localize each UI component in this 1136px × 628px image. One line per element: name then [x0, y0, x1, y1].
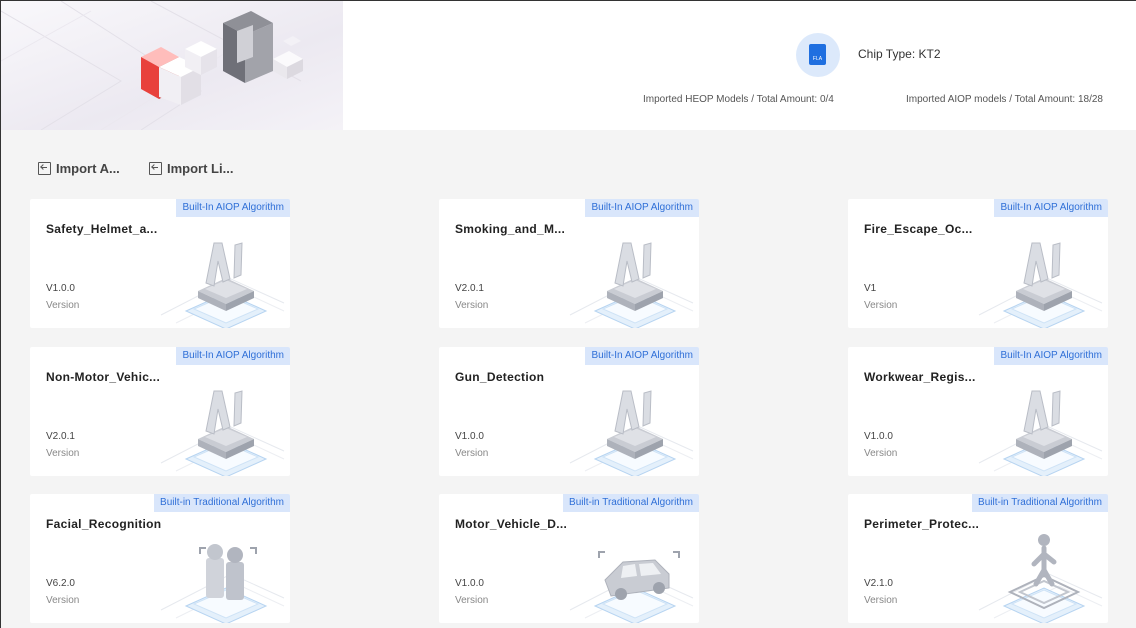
algorithm-name: Perimeter_Protec... [864, 517, 980, 531]
version-label: Version [46, 448, 80, 459]
version-value: V2.0.1 [46, 431, 75, 442]
version-value: V2.1.0 [864, 578, 893, 589]
algorithm-name: Gun_Detection [455, 370, 545, 384]
version-value: V2.0.1 [455, 283, 484, 294]
version-label: Version [864, 300, 898, 311]
algorithm-name: Motor_Vehicle_D... [455, 517, 568, 531]
version-label: Version [455, 448, 489, 459]
algorithm-type-badge: Built-In AIOP Algorithm [994, 199, 1108, 217]
algorithm-type-badge: Built-In AIOP Algorithm [176, 199, 290, 217]
import-icon [149, 161, 162, 175]
banner-illustration [1, 1, 343, 130]
algorithm-card[interactable]: Built-In AIOP Algorithm Safety_Helmet_a..… [30, 199, 290, 328]
algorithm-card[interactable]: Built-In AIOP Algorithm Workwear_Regis...… [848, 347, 1108, 476]
version-label: Version [455, 300, 489, 311]
version-value: V1.0.0 [46, 283, 75, 294]
algorithm-type-badge: Built-in Traditional Algorithm [972, 494, 1108, 512]
vehicle-icon [565, 518, 695, 623]
ai-chip-icon [565, 371, 695, 476]
version-value: V1 [864, 283, 877, 294]
ai-chip-icon [974, 223, 1104, 328]
algorithm-card[interactable]: Built-In AIOP Algorithm Fire_Escape_Oc...… [848, 199, 1108, 328]
version-label: Version [46, 300, 80, 311]
algorithm-name: Non-Motor_Vehic... [46, 370, 161, 384]
algorithm-card[interactable]: Built-in Traditional Algorithm Facial_Rec… [30, 494, 290, 623]
chip-icon-label: FLA [812, 56, 823, 62]
version-label: Version [864, 448, 898, 459]
algorithm-name: Smoking_and_M... [455, 222, 566, 236]
heop-model-stat: Imported HEOP Models / Total Amount: 0/4 [643, 94, 834, 105]
algorithm-name: Fire_Escape_Oc... [864, 222, 973, 236]
algorithm-type-badge: Built-in Traditional Algorithm [154, 494, 290, 512]
import-icon [38, 161, 51, 175]
import-license-label: Import Li... [167, 160, 234, 176]
header: FLA Chip Type: KT2 Imported HEOP Models … [1, 1, 1136, 130]
ai-chip-icon [974, 371, 1104, 476]
algorithm-type-badge: Built-In AIOP Algorithm [176, 347, 290, 365]
import-algorithm-label: Import A... [56, 160, 120, 176]
version-label: Version [46, 595, 80, 606]
version-value: V1.0.0 [455, 431, 484, 442]
version-value: V1.0.0 [864, 431, 893, 442]
cubes-illustration [1, 1, 303, 130]
algorithm-type-badge: Built-in Traditional Algorithm [563, 494, 699, 512]
algorithm-name: Facial_Recognition [46, 517, 162, 531]
version-label: Version [864, 595, 898, 606]
import-algorithm-button[interactable]: Import A... [38, 158, 120, 178]
algorithm-card[interactable]: Built-In AIOP Algorithm Non-Motor_Vehic..… [30, 347, 290, 476]
app-frame: FLA Chip Type: KT2 Imported HEOP Models … [0, 0, 1136, 628]
algorithm-card[interactable]: Built-In AIOP Algorithm Smoking_and_M... V… [439, 199, 699, 328]
ai-chip-icon [156, 223, 286, 328]
version-value: V6.2.0 [46, 578, 75, 589]
import-license-button[interactable]: Import Li... [149, 158, 233, 178]
aiop-model-stat: Imported AIOP models / Total Amount: 18/… [906, 94, 1103, 105]
algorithm-type-badge: Built-In AIOP Algorithm [994, 347, 1108, 365]
version-label: Version [455, 595, 489, 606]
algorithm-card[interactable]: Built-in Traditional Algorithm Motor_Vehi… [439, 494, 699, 623]
chip-type: Chip Type: KT2 [858, 47, 941, 61]
ai-chip-icon [156, 371, 286, 476]
chip-file-icon: FLA [796, 33, 840, 77]
algorithm-name: Workwear_Regis... [864, 370, 976, 384]
algorithm-type-badge: Built-In AIOP Algorithm [585, 199, 699, 217]
algorithm-name: Safety_Helmet_a... [46, 222, 158, 236]
face-recognition-icon [156, 518, 286, 623]
algorithm-type-badge: Built-In AIOP Algorithm [585, 347, 699, 365]
perimeter-person-icon [974, 518, 1104, 623]
algorithm-card[interactable]: Built-In AIOP Algorithm Gun_Detection V1.0… [439, 347, 699, 476]
ai-chip-icon [565, 223, 695, 328]
version-value: V1.0.0 [455, 578, 484, 589]
algorithm-card[interactable]: Built-in Traditional Algorithm Perimeter_… [848, 494, 1108, 623]
